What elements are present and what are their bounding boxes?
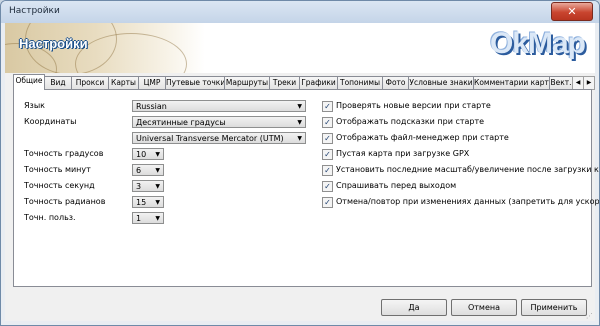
okmap-logo: OkMap: [489, 27, 586, 60]
empty-map-gpx-label: Пустая карта при загрузке GPX: [336, 149, 470, 158]
checkbox-confirm-exit[interactable]: ✓: [322, 181, 333, 192]
checkbox-empty-map-gpx[interactable]: ✓: [322, 149, 333, 160]
tab-graphs[interactable]: Графики: [299, 76, 338, 89]
undo-redo-label: Отмена/повтор при изменениях данных (зап…: [336, 197, 600, 206]
tab-view[interactable]: Вид: [44, 76, 72, 89]
chevron-down-icon: ▼: [297, 135, 302, 142]
close-button[interactable]: ✕: [551, 2, 593, 21]
cancel-button[interactable]: Отмена: [451, 299, 517, 316]
tab-dem[interactable]: ЦМР: [138, 76, 166, 89]
tab-routes[interactable]: Маршруты: [224, 76, 270, 89]
deg-precision-select[interactable]: 10 ▼: [132, 148, 164, 160]
chevron-down-icon: ▼: [155, 151, 160, 158]
checkbox-undo-redo[interactable]: ✓: [322, 197, 333, 208]
restore-zoom-label: Установить последние масштаб/увеличение …: [336, 165, 600, 174]
settings-window: Настройки ✕ Настройки OkMap Общие Вид Пр…: [0, 0, 600, 326]
ok-button[interactable]: Да: [381, 299, 447, 316]
tab-strip: Общие Вид Прокси Карты ЦМР Путевые точки…: [13, 74, 595, 90]
check-updates-label: Проверять новые версии при старте: [336, 101, 491, 110]
show-tips-label: Отображать подсказки при старте: [336, 117, 485, 126]
language-value: Russian: [136, 102, 167, 111]
min-precision-value: 6: [136, 166, 142, 175]
tab-scroll-right-icon[interactable]: ▶: [583, 76, 595, 90]
checkbox-check-updates[interactable]: ✓: [322, 101, 333, 112]
rad-precision-label: Точность радианов: [24, 197, 106, 206]
deg-precision-label: Точность градусов: [24, 149, 104, 158]
checkbox-show-file-manager[interactable]: ✓: [322, 133, 333, 144]
chevron-down-icon: ▼: [155, 183, 160, 190]
language-label: Язык: [24, 101, 45, 110]
min-precision-label: Точность минут: [24, 165, 91, 174]
banner-heading: Настройки: [19, 36, 88, 51]
tab-maps[interactable]: Карты: [108, 76, 139, 89]
tab-general[interactable]: Общие: [13, 74, 45, 90]
chevron-down-icon: ▼: [297, 119, 302, 126]
min-precision-select[interactable]: 6 ▼: [132, 164, 164, 176]
coordinates-select[interactable]: Десятинные градусы ▼: [132, 116, 306, 128]
general-tab-panel: Язык Russian ▼ Координаты Десятинные гра…: [13, 89, 599, 287]
tab-proxy[interactable]: Прокси: [71, 76, 109, 89]
show-file-manager-label: Отображать файл-менеджер при старте: [336, 133, 509, 142]
chevron-down-icon: ▼: [155, 215, 160, 222]
projection-value: Universal Transverse Mercator (UTM): [136, 134, 284, 143]
apply-button[interactable]: Применить: [521, 299, 587, 316]
tab-symbols[interactable]: Условные знаки: [408, 76, 474, 89]
sec-precision-value: 3: [136, 182, 142, 191]
checkbox-show-tips[interactable]: ✓: [322, 117, 333, 128]
tab-toponyms[interactable]: Топонимы: [337, 76, 383, 89]
deg-precision-value: 10: [136, 150, 147, 159]
projection-select[interactable]: Universal Transverse Mercator (UTM) ▼: [132, 132, 306, 144]
rad-precision-value: 15: [136, 198, 147, 207]
resize-grip-icon[interactable]: ⋰: [586, 312, 594, 320]
tab-photo[interactable]: Фото: [382, 76, 409, 89]
coordinates-value: Десятинные градусы: [136, 118, 226, 127]
chevron-down-icon: ▼: [297, 103, 302, 110]
tab-waypoints[interactable]: Путевые точки: [165, 76, 225, 89]
sec-precision-select[interactable]: 3 ▼: [132, 180, 164, 192]
tab-tracks[interactable]: Треки: [269, 76, 300, 89]
title-bar[interactable]: Настройки ✕: [1, 1, 599, 23]
user-precision-label: Точн. польз.: [24, 213, 76, 222]
header-banner: Настройки OkMap: [5, 23, 595, 73]
tab-map-comments[interactable]: Комментарии карты: [473, 76, 555, 89]
coordinates-label: Координаты: [24, 117, 77, 126]
chevron-down-icon: ▼: [155, 167, 160, 174]
sec-precision-label: Точность секунд: [24, 181, 95, 190]
confirm-exit-label: Спрашивать перед выходом: [336, 181, 457, 190]
language-select[interactable]: Russian ▼: [132, 100, 306, 112]
dialog-body: Настройки OkMap Общие Вид Прокси Карты Ц…: [5, 23, 599, 321]
checkbox-restore-zoom[interactable]: ✓: [322, 165, 333, 176]
user-precision-select[interactable]: 1 ▼: [132, 212, 164, 224]
tab-vector[interactable]: Вект.: [549, 76, 573, 89]
rad-precision-select[interactable]: 15 ▼: [132, 196, 164, 208]
window-title: Настройки: [9, 6, 60, 16]
user-precision-value: 1: [136, 214, 142, 223]
chevron-down-icon: ▼: [155, 199, 160, 206]
